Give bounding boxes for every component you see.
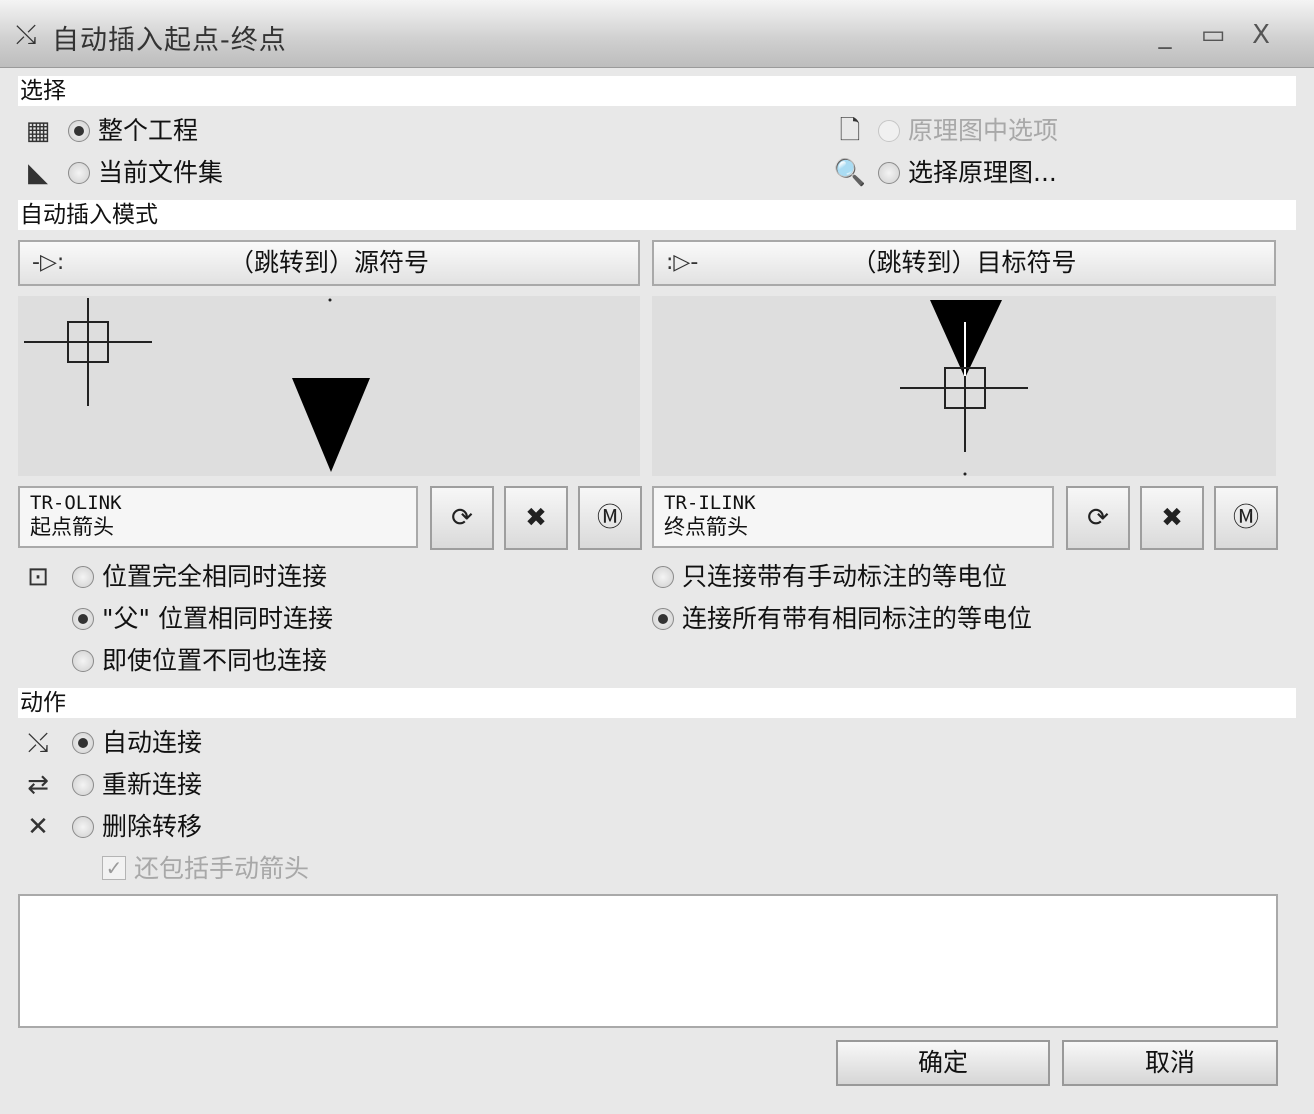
label-conn-exact: 位置完全相同时连接 — [102, 562, 328, 591]
label-net-manual: 只连接带有手动标注的等电位 — [682, 562, 1008, 591]
target-symbol-field[interactable]: TR-ILINK 终点箭头 — [652, 486, 1054, 548]
message-area — [18, 894, 1278, 1028]
maximize-button[interactable]: ▭ — [1196, 18, 1230, 52]
target-symbol-graphic — [900, 300, 1028, 476]
symbol-search-icon: ⟳ — [1087, 503, 1109, 533]
label-schematic-option: 原理图中选项 — [908, 116, 1059, 145]
label-whole-project: 整个工程 — [98, 116, 199, 145]
radio-delete-transfer[interactable] — [72, 816, 94, 838]
project-icon: ▦ — [25, 116, 51, 146]
target-symbol-name: 终点箭头 — [664, 515, 748, 539]
source-symbol-name: 起点箭头 — [30, 515, 114, 539]
section-header-mode: 自动插入模式 — [18, 200, 1296, 230]
window-title: 自动插入起点-终点 — [52, 25, 287, 56]
target-symbol-edit-button[interactable]: Ⓜ — [1214, 486, 1278, 550]
label-include-manual: 还包括手动箭头 — [134, 854, 310, 883]
radio-conn-exact[interactable] — [72, 566, 94, 588]
symbol-edit-icon: Ⓜ — [596, 503, 623, 533]
jump-target-button[interactable]: :▷- （跳转到）目标符号 — [652, 240, 1276, 286]
source-symbol-edit-button[interactable]: Ⓜ — [578, 486, 642, 550]
minimize-button[interactable]: _ — [1148, 18, 1182, 52]
source-symbol-field[interactable]: TR-OLINK 起点箭头 — [18, 486, 418, 548]
auto-connect-icon: ⤯ — [15, 20, 37, 50]
radio-reconnect[interactable] — [72, 774, 94, 796]
section-header-selection: 选择 — [18, 76, 1296, 106]
symbol-edit-icon: Ⓜ — [1232, 503, 1259, 533]
source-symbol-delete-button[interactable]: ✖ — [504, 486, 568, 550]
radio-whole-project[interactable] — [68, 120, 90, 142]
label-conn-parent: "父" 位置相同时连接 — [102, 604, 333, 633]
checkbox-include-manual[interactable]: ✓ — [102, 856, 126, 880]
section-header-action: 动作 — [18, 688, 1296, 718]
auto-connect-icon: ⤯ — [27, 728, 49, 758]
reconnect-icon: ⇄ — [27, 770, 49, 800]
symbol-delete-icon: ✖ — [525, 503, 547, 533]
location-icon: ⊡ — [27, 562, 49, 592]
search-icon: 🔍 — [833, 158, 867, 188]
radio-net-all[interactable] — [652, 608, 674, 630]
fileset-icon: ◣ — [28, 158, 48, 188]
target-symbol-search-button[interactable]: ⟳ — [1066, 486, 1130, 550]
arrow-right-icon: -▷: — [32, 250, 65, 275]
radio-conn-any[interactable] — [72, 650, 94, 672]
close-button[interactable]: X — [1244, 18, 1278, 52]
radio-conn-parent[interactable] — [72, 608, 94, 630]
target-symbol-delete-button[interactable]: ✖ — [1140, 486, 1204, 550]
label-current-fileset: 当前文件集 — [98, 158, 224, 187]
label-auto-connect: 自动连接 — [102, 728, 203, 757]
symbol-delete-icon: ✖ — [1161, 503, 1183, 533]
source-symbol-code: TR-OLINK — [30, 492, 122, 514]
label-net-all: 连接所有带有相同标注的等电位 — [682, 604, 1033, 633]
arrow-left-icon: :▷- — [666, 250, 699, 275]
source-symbol-preview — [18, 296, 640, 476]
jump-source-label: （跳转到）源符号 — [228, 248, 429, 277]
target-symbol-code: TR-ILINK — [664, 492, 756, 514]
x-icon: ✕ — [27, 812, 49, 842]
target-symbol-preview — [652, 296, 1276, 476]
ok-button[interactable]: 确定 — [836, 1040, 1050, 1086]
jump-source-button[interactable]: -▷: （跳转到）源符号 — [18, 240, 640, 286]
source-symbol-search-button[interactable]: ⟳ — [430, 486, 494, 550]
radio-auto-connect[interactable] — [72, 732, 94, 754]
page-icon: 🗋 — [839, 116, 861, 146]
radio-schematic-option[interactable] — [878, 120, 900, 142]
cancel-button[interactable]: 取消 — [1062, 1040, 1278, 1086]
label-delete-transfer: 删除转移 — [102, 812, 203, 841]
label-reconnect: 重新连接 — [102, 770, 203, 799]
jump-target-label: （跳转到）目标符号 — [851, 248, 1077, 277]
title-bar: ⤯ 自动插入起点-终点 _ ▭ X — [0, 0, 1314, 68]
label-choose-schematic: 选择原理图... — [908, 158, 1057, 187]
symbol-search-icon: ⟳ — [451, 503, 473, 533]
label-conn-any: 即使位置不同也连接 — [102, 646, 328, 675]
source-symbol-graphic — [24, 298, 370, 472]
radio-net-manual[interactable] — [652, 566, 674, 588]
radio-choose-schematic[interactable] — [878, 162, 900, 184]
radio-current-fileset[interactable] — [68, 162, 90, 184]
